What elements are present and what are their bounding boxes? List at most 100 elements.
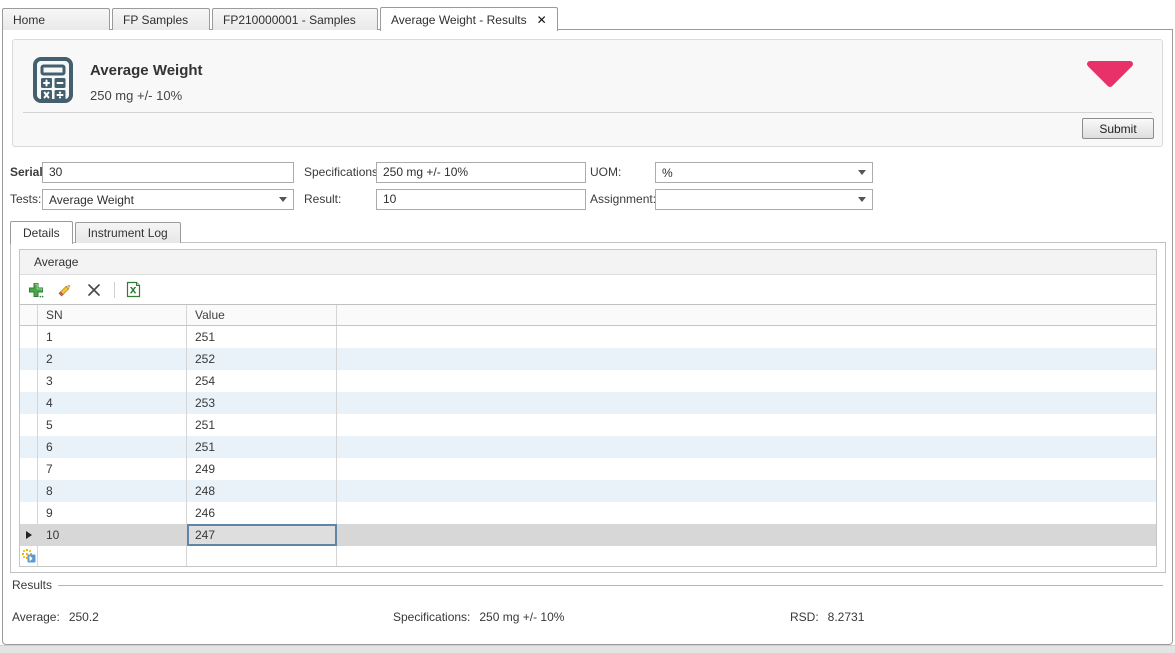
result-value: 10 bbox=[383, 192, 396, 206]
rsd-result-value: 8.2731 bbox=[828, 610, 865, 624]
group-caption: Average bbox=[20, 250, 1156, 275]
cell-value[interactable]: 252 bbox=[187, 348, 337, 370]
tab-home-label: Home bbox=[13, 13, 45, 27]
delete-icon[interactable] bbox=[85, 281, 103, 299]
close-icon[interactable]: ✕ bbox=[537, 13, 547, 27]
cell-sn[interactable]: 5 bbox=[38, 414, 187, 436]
cell-value[interactable]: 251 bbox=[187, 436, 337, 458]
specifications-result-value: 250 mg +/- 10% bbox=[479, 610, 564, 624]
tab-fp210000001-label: FP210000001 - Samples bbox=[223, 13, 356, 27]
cell-sn[interactable]: 2 bbox=[38, 348, 187, 370]
row-indicator bbox=[20, 436, 38, 458]
header-divider bbox=[23, 112, 1152, 113]
new-row[interactable] bbox=[20, 546, 1156, 567]
submit-button[interactable]: Submit bbox=[1082, 118, 1154, 139]
cell-filler bbox=[337, 524, 1156, 546]
row-indicator bbox=[20, 392, 38, 414]
cell-value[interactable]: 249 bbox=[187, 458, 337, 480]
cell-sn[interactable]: 1 bbox=[38, 326, 187, 348]
table-row[interactable]: 6 251 bbox=[20, 436, 1156, 458]
calculator-icon bbox=[32, 56, 74, 107]
row-indicator bbox=[20, 502, 38, 524]
add-icon[interactable] bbox=[27, 281, 45, 299]
specifications-label: Specifications: bbox=[304, 162, 381, 183]
tab-fp210000001-samples[interactable]: FP210000001 - Samples bbox=[212, 8, 378, 30]
window-bottom-edge bbox=[0, 645, 1175, 653]
results-caption-line bbox=[58, 585, 1163, 586]
chevron-down-icon bbox=[858, 197, 866, 202]
tab-details-label: Details bbox=[23, 226, 60, 240]
uom-value: % bbox=[662, 166, 673, 180]
cell-value[interactable]: 254 bbox=[187, 370, 337, 392]
new-row-icon[interactable] bbox=[20, 546, 38, 566]
uom-label: UOM: bbox=[590, 162, 621, 183]
row-indicator bbox=[20, 348, 38, 370]
export-excel-icon[interactable] bbox=[124, 281, 142, 299]
test-header-panel: Average Weight 250 mg +/- 10% Submit bbox=[12, 39, 1163, 147]
tab-fp-samples[interactable]: FP Samples bbox=[112, 8, 210, 30]
main-tab-bar: Home FP Samples FP210000001 - Samples Av… bbox=[2, 6, 560, 30]
column-header-sn[interactable]: SN bbox=[38, 305, 187, 325]
row-indicator bbox=[20, 326, 38, 348]
cell-value[interactable]: 248 bbox=[187, 480, 337, 502]
result-input[interactable]: 10 bbox=[376, 189, 586, 210]
column-header-value[interactable]: Value bbox=[187, 305, 337, 325]
cell-value[interactable]: 246 bbox=[187, 502, 337, 524]
table-row-selected[interactable]: 10 247 bbox=[20, 524, 1156, 546]
specifications-result: Specifications:250 mg +/- 10% bbox=[393, 610, 564, 624]
specifications-value: 250 mg +/- 10% bbox=[383, 165, 468, 179]
cell-value[interactable]: 251 bbox=[187, 414, 337, 436]
cell-value[interactable]: 253 bbox=[187, 392, 337, 414]
cell-filler bbox=[337, 436, 1156, 458]
chevron-down-icon bbox=[279, 197, 287, 202]
assignment-select[interactable] bbox=[655, 189, 873, 210]
serial-input[interactable]: 30 bbox=[42, 162, 294, 183]
table-row[interactable]: 4 253 bbox=[20, 392, 1156, 414]
cell-filler bbox=[337, 458, 1156, 480]
selected-row-indicator-icon bbox=[20, 524, 38, 546]
cell-value-focused[interactable]: 247 bbox=[187, 524, 337, 546]
table-row[interactable]: 8 248 bbox=[20, 480, 1156, 502]
details-panel: Average bbox=[10, 242, 1166, 573]
cell-sn-new[interactable] bbox=[38, 546, 187, 566]
table-row[interactable]: 2 252 bbox=[20, 348, 1156, 370]
cell-sn[interactable]: 4 bbox=[38, 392, 187, 414]
average-group-box: Average bbox=[19, 249, 1157, 567]
page-title: Average Weight bbox=[90, 62, 203, 79]
cell-sn[interactable]: 3 bbox=[38, 370, 187, 392]
values-grid: SN Value 1 251 2 252 bbox=[20, 304, 1156, 567]
row-indicator-header bbox=[20, 305, 38, 325]
tab-instrument-log[interactable]: Instrument Log bbox=[75, 222, 181, 243]
cell-value[interactable]: 251 bbox=[187, 326, 337, 348]
cell-filler bbox=[337, 326, 1156, 348]
specifications-input[interactable]: 250 mg +/- 10% bbox=[376, 162, 586, 183]
uom-select[interactable]: % bbox=[655, 162, 873, 183]
cell-sn[interactable]: 6 bbox=[38, 436, 187, 458]
edit-icon[interactable] bbox=[56, 281, 74, 299]
cell-value-new[interactable] bbox=[187, 546, 337, 566]
result-label: Result: bbox=[304, 189, 341, 210]
flag-triangle-icon bbox=[1086, 60, 1134, 91]
assignment-label: Assignment: bbox=[590, 189, 656, 210]
row-indicator bbox=[20, 414, 38, 436]
cell-sn[interactable]: 8 bbox=[38, 480, 187, 502]
tab-average-weight-results[interactable]: Average Weight - Results ✕ bbox=[380, 7, 558, 31]
tab-home[interactable]: Home bbox=[2, 8, 110, 30]
table-row[interactable]: 9 246 bbox=[20, 502, 1156, 524]
cell-sn[interactable]: 10 bbox=[38, 524, 187, 546]
results-group: Results Average:250.2 Specifications:250… bbox=[10, 578, 1166, 630]
serial-value: 30 bbox=[49, 165, 62, 179]
cell-filler bbox=[337, 480, 1156, 502]
rsd-result-label: RSD: bbox=[790, 610, 819, 624]
table-row[interactable]: 1 251 bbox=[20, 326, 1156, 348]
table-row[interactable]: 5 251 bbox=[20, 414, 1156, 436]
row-indicator bbox=[20, 458, 38, 480]
rsd-result: RSD: 8.2731 bbox=[790, 610, 864, 624]
table-row[interactable]: 7 249 bbox=[20, 458, 1156, 480]
tab-details[interactable]: Details bbox=[10, 221, 73, 244]
tests-select[interactable]: Average Weight bbox=[42, 189, 294, 210]
cell-sn[interactable]: 7 bbox=[38, 458, 187, 480]
results-caption: Results bbox=[12, 578, 58, 592]
table-row[interactable]: 3 254 bbox=[20, 370, 1156, 392]
cell-sn[interactable]: 9 bbox=[38, 502, 187, 524]
